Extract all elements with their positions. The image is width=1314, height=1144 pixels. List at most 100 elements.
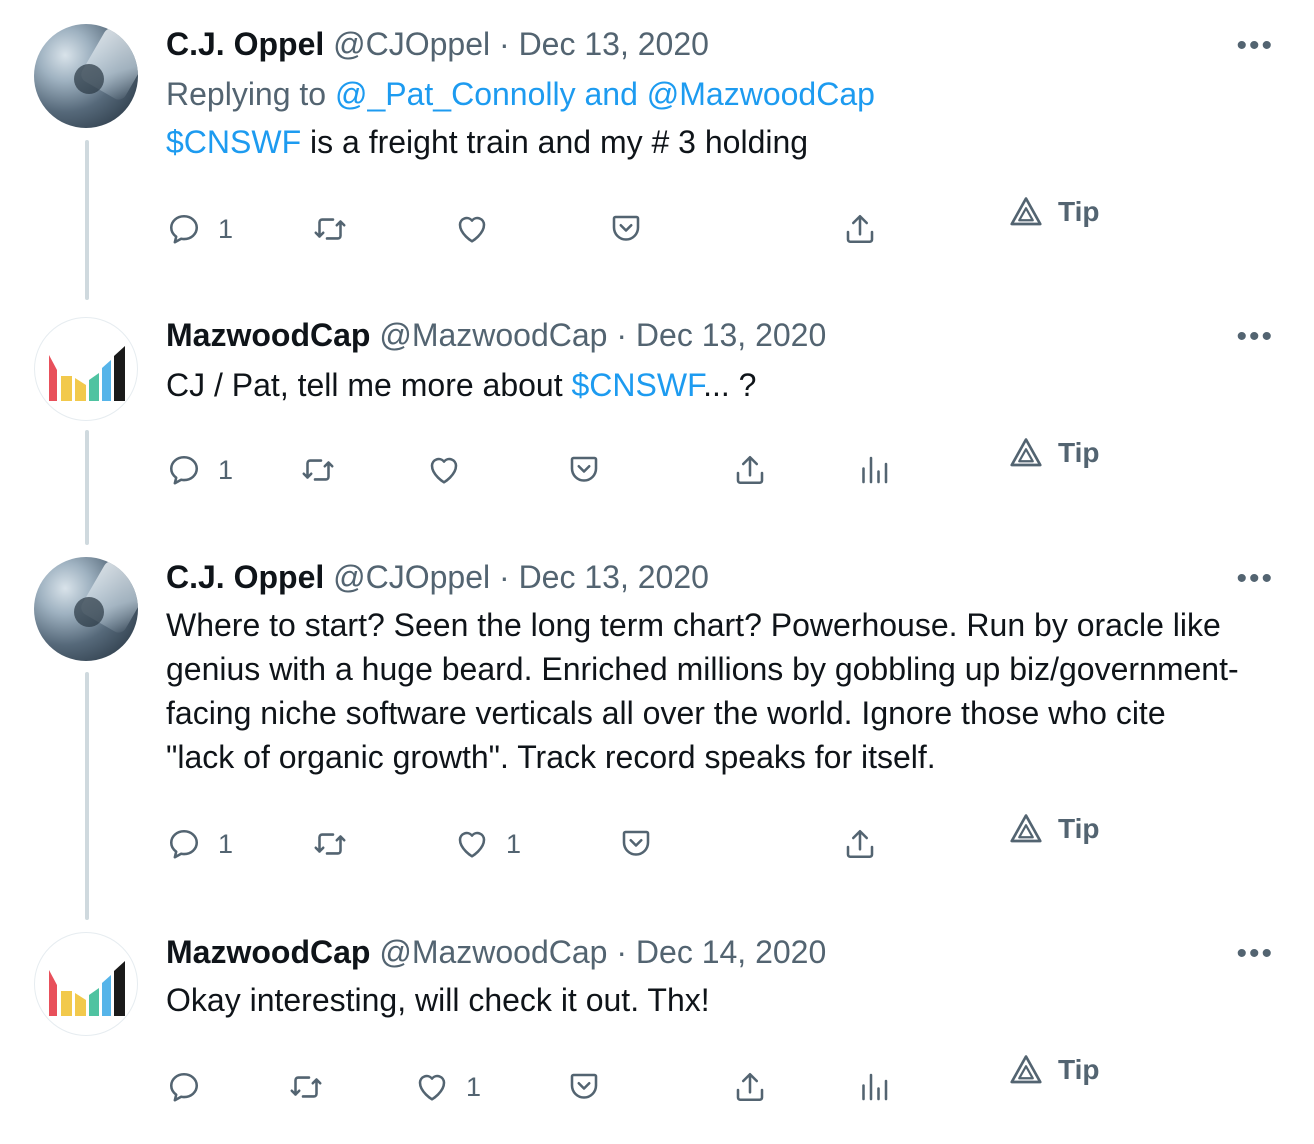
more-icon[interactable]: ••• bbox=[1236, 939, 1274, 969]
tip-icon bbox=[1008, 1052, 1044, 1088]
reply-button[interactable] bbox=[166, 1062, 202, 1112]
tip-label: Tip bbox=[1058, 1054, 1100, 1085]
cashtag-link[interactable]: $CNSWF bbox=[572, 367, 704, 403]
retweet-icon bbox=[312, 211, 348, 247]
tweet-text: CJ / Pat, tell me more about $CNSWF... ? bbox=[166, 367, 757, 403]
mazwood-logo bbox=[49, 961, 125, 1016]
reply-button[interactable]: 1 bbox=[166, 819, 233, 869]
separator: · bbox=[616, 934, 628, 970]
more-icon[interactable]: ••• bbox=[1236, 31, 1274, 61]
like-icon bbox=[414, 1069, 450, 1105]
reply-icon bbox=[166, 211, 202, 247]
reply-icon bbox=[166, 452, 202, 488]
timestamp[interactable]: Dec 13, 2020 bbox=[519, 26, 709, 62]
like-count: 1 bbox=[506, 828, 522, 859]
tip-button[interactable]: Tip bbox=[1008, 435, 1099, 471]
share-button[interactable] bbox=[842, 819, 878, 869]
share-icon bbox=[842, 211, 878, 247]
more-icon[interactable]: ••• bbox=[1236, 322, 1274, 352]
analytics-icon bbox=[856, 452, 892, 488]
reply-count: 1 bbox=[218, 828, 234, 859]
handle[interactable]: @MazwoodCap bbox=[379, 934, 607, 970]
share-icon bbox=[732, 1069, 768, 1105]
tip-button[interactable]: Tip bbox=[1008, 194, 1099, 230]
timestamp[interactable]: Dec 14, 2020 bbox=[636, 934, 826, 970]
display-name[interactable]: MazwoodCap bbox=[166, 317, 370, 353]
reply-count: 1 bbox=[218, 454, 234, 485]
tip-button[interactable]: Tip bbox=[1008, 1052, 1099, 1088]
tip-button[interactable]: Tip bbox=[1008, 811, 1099, 847]
separator: · bbox=[499, 559, 510, 595]
bookmark-button[interactable] bbox=[618, 819, 654, 869]
mazwood-logo bbox=[49, 346, 125, 401]
tweet-text-line: genius with a huge beard. Enriched milli… bbox=[166, 651, 1239, 687]
timestamp[interactable]: Dec 13, 2020 bbox=[636, 317, 826, 353]
avatar[interactable] bbox=[34, 932, 138, 1036]
like-button[interactable] bbox=[426, 445, 462, 495]
like-icon bbox=[454, 211, 490, 247]
like-icon bbox=[454, 826, 490, 862]
tweet-header: C.J. Oppel @CJOppel · Dec 13, 2020 bbox=[166, 24, 1274, 64]
tweet-text: Where to start? Seen the long term chart… bbox=[166, 603, 1274, 779]
retweet-icon bbox=[300, 452, 336, 488]
retweet-button[interactable] bbox=[312, 204, 348, 254]
separator: · bbox=[499, 26, 510, 62]
reply-button[interactable]: 1 bbox=[166, 204, 233, 254]
cashtag-link[interactable]: $CNSWF bbox=[166, 124, 301, 160]
avatar[interactable] bbox=[34, 317, 138, 421]
retweet-button[interactable] bbox=[288, 1062, 324, 1112]
tip-label: Tip bbox=[1058, 196, 1100, 227]
timestamp[interactable]: Dec 13, 2020 bbox=[519, 559, 709, 595]
reply-icon bbox=[166, 1069, 202, 1105]
tweet-text: Okay interesting, will check it out. Thx… bbox=[166, 982, 710, 1018]
tweet[interactable]: C.J. Oppel @CJOppel · Dec 13, 2020 Reply… bbox=[0, 0, 1314, 300]
more-icon[interactable]: ••• bbox=[1236, 564, 1274, 594]
handle[interactable]: @CJOppel bbox=[333, 559, 490, 595]
tweet[interactable]: MazwoodCap @MazwoodCap · Dec 14, 2020 Ok… bbox=[0, 922, 1314, 1144]
like-button[interactable] bbox=[454, 204, 490, 254]
retweet-icon bbox=[312, 826, 348, 862]
retweet-icon bbox=[288, 1069, 324, 1105]
display-name[interactable]: MazwoodCap bbox=[166, 934, 370, 970]
tweet-text-line: Where to start? Seen the long term chart… bbox=[166, 607, 1221, 643]
avatar[interactable] bbox=[34, 24, 138, 128]
mention-link[interactable]: @_Pat_Connolly and @MazwoodCap bbox=[335, 76, 875, 112]
tweet-text: $CNSWF is a freight train and my # 3 hol… bbox=[166, 124, 809, 160]
tweet-header: MazwoodCap @MazwoodCap · Dec 14, 2020 bbox=[166, 932, 1274, 972]
separator: · bbox=[616, 317, 628, 353]
tweet[interactable]: C.J. Oppel @CJOppel · Dec 13, 2020 Where… bbox=[0, 545, 1314, 925]
tweet-header: C.J. Oppel @CJOppel · Dec 13, 2020 bbox=[166, 557, 1274, 597]
analytics-button[interactable] bbox=[856, 445, 892, 495]
bookmark-button[interactable] bbox=[608, 204, 644, 254]
tweet-header: MazwoodCap @MazwoodCap · Dec 13, 2020 bbox=[166, 315, 1274, 355]
like-button[interactable]: 1 bbox=[454, 819, 521, 869]
display-name[interactable]: C.J. Oppel bbox=[166, 26, 324, 62]
like-count: 1 bbox=[466, 1071, 482, 1102]
analytics-button[interactable] bbox=[856, 1062, 892, 1112]
like-button[interactable]: 1 bbox=[414, 1062, 481, 1112]
bookmark-button[interactable] bbox=[566, 1062, 602, 1112]
tip-icon bbox=[1008, 194, 1044, 230]
reply-icon bbox=[166, 826, 202, 862]
bookmark-icon bbox=[618, 826, 654, 862]
reply-button[interactable]: 1 bbox=[166, 445, 233, 495]
share-button[interactable] bbox=[732, 1062, 768, 1112]
retweet-button[interactable] bbox=[312, 819, 348, 869]
replying-to: Replying to @_Pat_Connolly and @MazwoodC… bbox=[166, 76, 875, 112]
handle[interactable]: @MazwoodCap bbox=[379, 317, 607, 353]
share-button[interactable] bbox=[732, 445, 768, 495]
bookmark-button[interactable] bbox=[566, 445, 602, 495]
tip-icon bbox=[1008, 435, 1044, 471]
reply-count: 1 bbox=[218, 213, 234, 244]
share-button[interactable] bbox=[842, 204, 878, 254]
handle[interactable]: @CJOppel bbox=[333, 26, 490, 62]
share-icon bbox=[732, 452, 768, 488]
share-icon bbox=[842, 826, 878, 862]
avatar[interactable] bbox=[34, 557, 138, 661]
tweet-text-line: facing niche software verticals all over… bbox=[166, 695, 1166, 731]
retweet-button[interactable] bbox=[300, 445, 336, 495]
like-icon bbox=[426, 452, 462, 488]
tweet[interactable]: MazwoodCap @MazwoodCap · Dec 13, 2020 CJ… bbox=[0, 305, 1314, 545]
tip-label: Tip bbox=[1058, 437, 1100, 468]
display-name[interactable]: C.J. Oppel bbox=[166, 559, 324, 595]
